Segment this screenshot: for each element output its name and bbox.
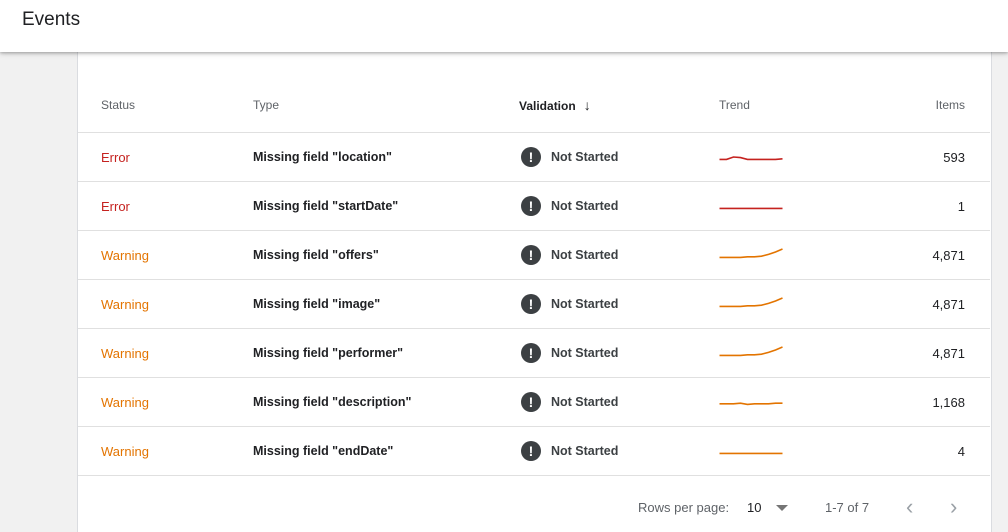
issue-type: Missing field "endDate" xyxy=(253,426,519,476)
validation-status: Not Started xyxy=(551,346,619,360)
items-count: 4,871 xyxy=(899,230,990,280)
issue-type: Missing field "startDate" xyxy=(253,181,519,231)
status-label: Error xyxy=(78,181,253,231)
caret-down-icon[interactable] xyxy=(776,505,788,511)
column-header-status[interactable]: Status xyxy=(78,78,253,133)
trend-line xyxy=(719,297,783,308)
status-label: Warning xyxy=(78,279,253,329)
trend-sparkline xyxy=(719,402,783,406)
chevron-right-icon[interactable]: › xyxy=(950,494,957,520)
trend-line xyxy=(719,346,783,357)
exclamation-circle-icon: ! xyxy=(521,343,541,363)
exclamation-circle-icon: ! xyxy=(521,392,541,412)
trend-line xyxy=(719,402,783,406)
page-title: Events xyxy=(22,9,81,30)
arrow-down-icon: ↓ xyxy=(583,97,591,113)
items-count: 4 xyxy=(899,426,990,476)
items-count: 4,871 xyxy=(899,279,990,329)
trend-sparkline xyxy=(719,346,783,357)
table-row[interactable]: Warning Missing field "description"! Not S… xyxy=(78,377,990,427)
validation-status: Not Started xyxy=(551,395,619,409)
trend-cell xyxy=(719,132,899,182)
exclamation-circle-icon: ! xyxy=(521,196,541,216)
validation-status: Not Started xyxy=(551,444,619,458)
trend-cell xyxy=(719,279,899,329)
issue-type: Missing field "location" xyxy=(253,132,519,182)
items-count: 1 xyxy=(899,181,990,231)
exclamation-circle-icon: ! xyxy=(521,441,541,461)
status-label: Warning xyxy=(78,426,253,476)
validation-status: Not Started xyxy=(551,199,619,213)
rows-per-page-select[interactable]: 10 xyxy=(747,500,761,515)
validation-cell: ! Not Started xyxy=(519,279,719,329)
validation-cell: ! Not Started xyxy=(519,328,719,378)
trend-line xyxy=(719,156,783,161)
items-count: 4,871 xyxy=(899,328,990,378)
validation-cell: ! Not Started xyxy=(519,132,719,182)
trend-cell xyxy=(719,230,899,280)
pagination-range: 1-7 of 7 xyxy=(825,500,870,515)
validation-status: Not Started xyxy=(551,297,619,311)
issue-type: Missing field "image" xyxy=(253,279,519,329)
column-header-items[interactable]: Items xyxy=(899,78,990,133)
items-count: 593 xyxy=(899,132,990,182)
trend-sparkline xyxy=(719,248,783,259)
trend-cell xyxy=(719,377,899,427)
pagination: Rows per page: 10 1-7 of 7 ‹ › xyxy=(78,492,990,532)
trend-sparkline xyxy=(719,297,783,308)
table-header-row: Status Type Validation ↓ Trend Items xyxy=(78,78,990,133)
trend-sparkline xyxy=(719,156,783,161)
trend-line xyxy=(719,248,783,259)
table-row[interactable]: Warning Missing field "performer"! Not Sta… xyxy=(78,328,990,378)
items-count: 1,168 xyxy=(899,377,990,427)
issue-type: Missing field "description" xyxy=(253,377,519,427)
app-bar: Events xyxy=(0,0,1008,52)
column-header-trend[interactable]: Trend xyxy=(719,78,899,133)
trend-cell xyxy=(719,426,899,476)
validation-cell: ! Not Started xyxy=(519,426,719,476)
validation-cell: ! Not Started xyxy=(519,230,719,280)
exclamation-circle-icon: ! xyxy=(521,245,541,265)
issue-type: Missing field "offers" xyxy=(253,230,519,280)
chevron-left-icon[interactable]: ‹ xyxy=(906,494,913,520)
exclamation-circle-icon: ! xyxy=(521,294,541,314)
rows-per-page-label: Rows per page: xyxy=(638,500,730,515)
trend-sparkline xyxy=(719,452,783,455)
trend-sparkline xyxy=(719,207,783,210)
status-label: Warning xyxy=(78,328,253,378)
exclamation-circle-icon: ! xyxy=(521,147,541,167)
column-header-validation[interactable]: Validation ↓ xyxy=(519,78,719,133)
validation-status: Not Started xyxy=(551,150,619,164)
trend-cell xyxy=(719,328,899,378)
column-header-type[interactable]: Type xyxy=(253,78,519,133)
issues-table: Status Type Validation ↓ Trend Items Erro… xyxy=(78,78,990,476)
table-row[interactable]: Warning Missing field "offers"! Not Starte… xyxy=(78,230,990,280)
table-row[interactable]: Error Missing field "startDate"! Not Start… xyxy=(78,181,990,231)
trend-cell xyxy=(719,181,899,231)
issues-card: Status Type Validation ↓ Trend Items Erro… xyxy=(77,52,992,532)
status-label: Error xyxy=(78,132,253,182)
validation-status: Not Started xyxy=(551,248,619,262)
column-header-validation-label: Validation xyxy=(519,99,576,113)
status-label: Warning xyxy=(78,230,253,280)
table-row[interactable]: Warning Missing field "endDate"! Not Start… xyxy=(78,426,990,476)
validation-cell: ! Not Started xyxy=(519,377,719,427)
issue-type: Missing field "performer" xyxy=(253,328,519,378)
validation-cell: ! Not Started xyxy=(519,181,719,231)
status-label: Warning xyxy=(78,377,253,427)
table-row[interactable]: Error Missing field "location"! Not Starte… xyxy=(78,132,990,182)
table-row[interactable]: Warning Missing field "image"! Not Started… xyxy=(78,279,990,329)
